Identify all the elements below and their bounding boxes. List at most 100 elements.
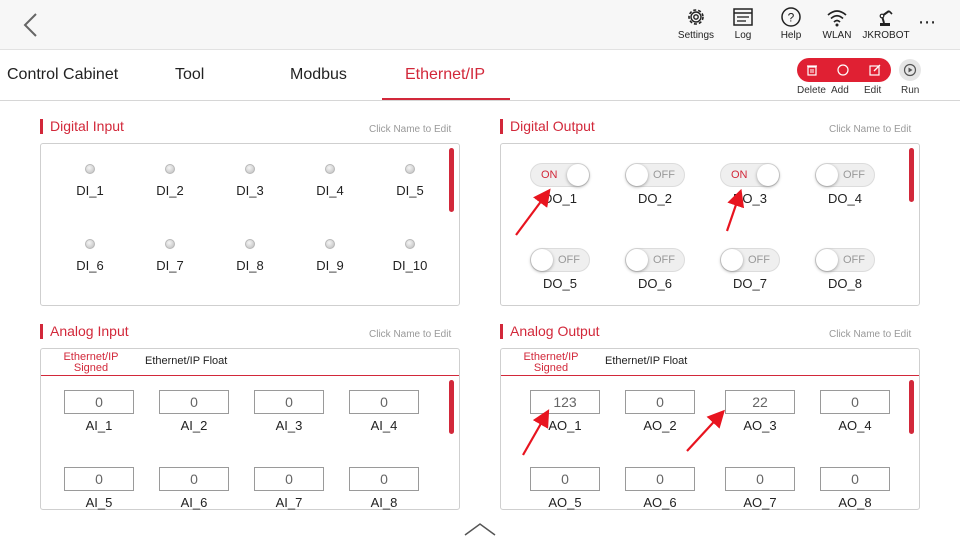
do-item: OFF DO_4 [800, 163, 890, 206]
ai-name[interactable]: AI_6 [181, 495, 208, 510]
di-name[interactable]: DI_5 [396, 183, 423, 198]
ai-value-field[interactable]: 0 [349, 390, 419, 414]
digital-output-title: Digital Output [500, 118, 595, 134]
ai-value-field[interactable]: 0 [159, 390, 229, 414]
di-name[interactable]: DI_3 [236, 183, 263, 198]
ao-value-field[interactable]: 0 [530, 467, 600, 491]
di-name[interactable]: DI_2 [156, 183, 183, 198]
do-name[interactable]: DO_8 [828, 276, 862, 291]
tab-ethernet-ip[interactable]: Ethernet/IP [405, 66, 485, 84]
di-name[interactable]: DI_9 [316, 258, 343, 273]
ai-subtab-float[interactable]: Ethernet/IP Float [145, 356, 227, 367]
ao-subtab-signed[interactable]: Ethernet/IP Signed [511, 352, 591, 374]
toggle-state-label: OFF [843, 254, 865, 266]
action-toolbar [797, 58, 891, 82]
ao-name[interactable]: AO_4 [838, 418, 871, 433]
help-button[interactable]: ? Help [776, 6, 806, 46]
ai-name[interactable]: AI_7 [276, 495, 303, 510]
ai-value-field[interactable]: 0 [64, 467, 134, 491]
ao-name[interactable]: AO_2 [643, 418, 676, 433]
edit-icon[interactable] [868, 63, 882, 77]
run-button[interactable] [899, 59, 921, 81]
ai-value-field[interactable]: 0 [349, 467, 419, 491]
delete-label[interactable]: Delete [797, 85, 826, 96]
analog-input-hint[interactable]: Click Name to Edit [369, 329, 451, 340]
do-name[interactable]: DO_2 [638, 191, 672, 206]
ai-name[interactable]: AI_5 [86, 495, 113, 510]
run-label[interactable]: Run [901, 85, 919, 96]
di-name[interactable]: DI_1 [76, 183, 103, 198]
analog-output-scrollbar[interactable] [909, 380, 914, 434]
digital-output-hint[interactable]: Click Name to Edit [829, 124, 911, 135]
do-toggle-switch[interactable]: OFF [815, 248, 875, 272]
ai-name[interactable]: AI_8 [371, 495, 398, 510]
ai-name[interactable]: AI_3 [276, 418, 303, 433]
edit-label[interactable]: Edit [864, 85, 881, 96]
settings-button[interactable]: Settings [674, 6, 718, 46]
ai-value-field[interactable]: 0 [254, 467, 324, 491]
analog-output-hint[interactable]: Click Name to Edit [829, 329, 911, 340]
do-item: OFF DO_7 [705, 248, 795, 291]
ai-name[interactable]: AI_4 [371, 418, 398, 433]
ai-item: 0 AI_3 [253, 390, 325, 433]
ai-value-field[interactable]: 0 [64, 390, 134, 414]
more-menu-icon[interactable]: ⋯ [918, 12, 937, 33]
ao-name[interactable]: AO_8 [838, 495, 871, 510]
do-toggle-switch[interactable]: ON [720, 163, 780, 187]
do-toggle-switch[interactable]: ON [530, 163, 590, 187]
ai-value-field[interactable]: 0 [159, 467, 229, 491]
digital-input-scrollbar[interactable] [449, 148, 454, 212]
do-toggle-switch[interactable]: OFF [815, 163, 875, 187]
ai-name[interactable]: AI_2 [181, 418, 208, 433]
analog-input-scrollbar[interactable] [449, 380, 454, 434]
ao-name[interactable]: AO_5 [548, 495, 581, 510]
back-arrow-icon[interactable] [18, 10, 46, 40]
add-icon[interactable] [836, 63, 850, 77]
do-toggle-switch[interactable]: OFF [720, 248, 780, 272]
log-button[interactable]: Log [728, 6, 758, 46]
tab-modbus[interactable]: Modbus [290, 66, 347, 84]
tab-tool[interactable]: Tool [175, 66, 204, 84]
do-toggle-switch[interactable]: OFF [625, 248, 685, 272]
ao-name[interactable]: AO_6 [643, 495, 676, 510]
digital-output-scrollbar[interactable] [909, 148, 914, 202]
di-name[interactable]: DI_4 [316, 183, 343, 198]
ai-name[interactable]: AI_1 [86, 418, 113, 433]
ao-subtab-float[interactable]: Ethernet/IP Float [605, 356, 687, 367]
led-indicator-icon [165, 239, 175, 249]
add-label[interactable]: Add [831, 85, 849, 96]
ao-value-field[interactable]: 0 [820, 467, 890, 491]
di-name[interactable]: DI_6 [76, 258, 103, 273]
wlan-button[interactable]: WLAN [820, 6, 854, 46]
do-name[interactable]: DO_3 [733, 191, 767, 206]
di-name[interactable]: DI_10 [393, 258, 428, 273]
ao-name[interactable]: AO_1 [548, 418, 581, 433]
toggle-knob [721, 249, 743, 271]
do-name[interactable]: DO_1 [543, 191, 577, 206]
ai-value-field[interactable]: 0 [254, 390, 324, 414]
digital-input-hint[interactable]: Click Name to Edit [369, 124, 451, 135]
tab-control-cabinet[interactable]: Control Cabinet [7, 66, 118, 84]
robot-button[interactable]: JKROBOT [862, 6, 910, 46]
di-name[interactable]: DI_8 [236, 258, 263, 273]
do-name[interactable]: DO_5 [543, 276, 577, 291]
ao-name[interactable]: AO_7 [743, 495, 776, 510]
toggle-state-label: OFF [653, 169, 675, 181]
do-name[interactable]: DO_6 [638, 276, 672, 291]
ao-name[interactable]: AO_3 [743, 418, 776, 433]
do-toggle-switch[interactable]: OFF [625, 163, 685, 187]
delete-icon[interactable] [805, 63, 819, 77]
do-name[interactable]: DO_7 [733, 276, 767, 291]
chevron-up-icon[interactable] [463, 521, 497, 537]
ao-value-field[interactable]: 22 [725, 390, 795, 414]
di-name[interactable]: DI_7 [156, 258, 183, 273]
ao-value-field[interactable]: 0 [820, 390, 890, 414]
ao-value-field[interactable]: 0 [625, 390, 695, 414]
ao-value-field[interactable]: 0 [725, 467, 795, 491]
ao-item: 0 AO_7 [724, 467, 796, 510]
do-name[interactable]: DO_4 [828, 191, 862, 206]
ao-value-field[interactable]: 0 [625, 467, 695, 491]
ai-subtab-signed[interactable]: Ethernet/IP Signed [51, 352, 131, 374]
do-toggle-switch[interactable]: OFF [530, 248, 590, 272]
ao-value-field[interactable]: 123 [530, 390, 600, 414]
